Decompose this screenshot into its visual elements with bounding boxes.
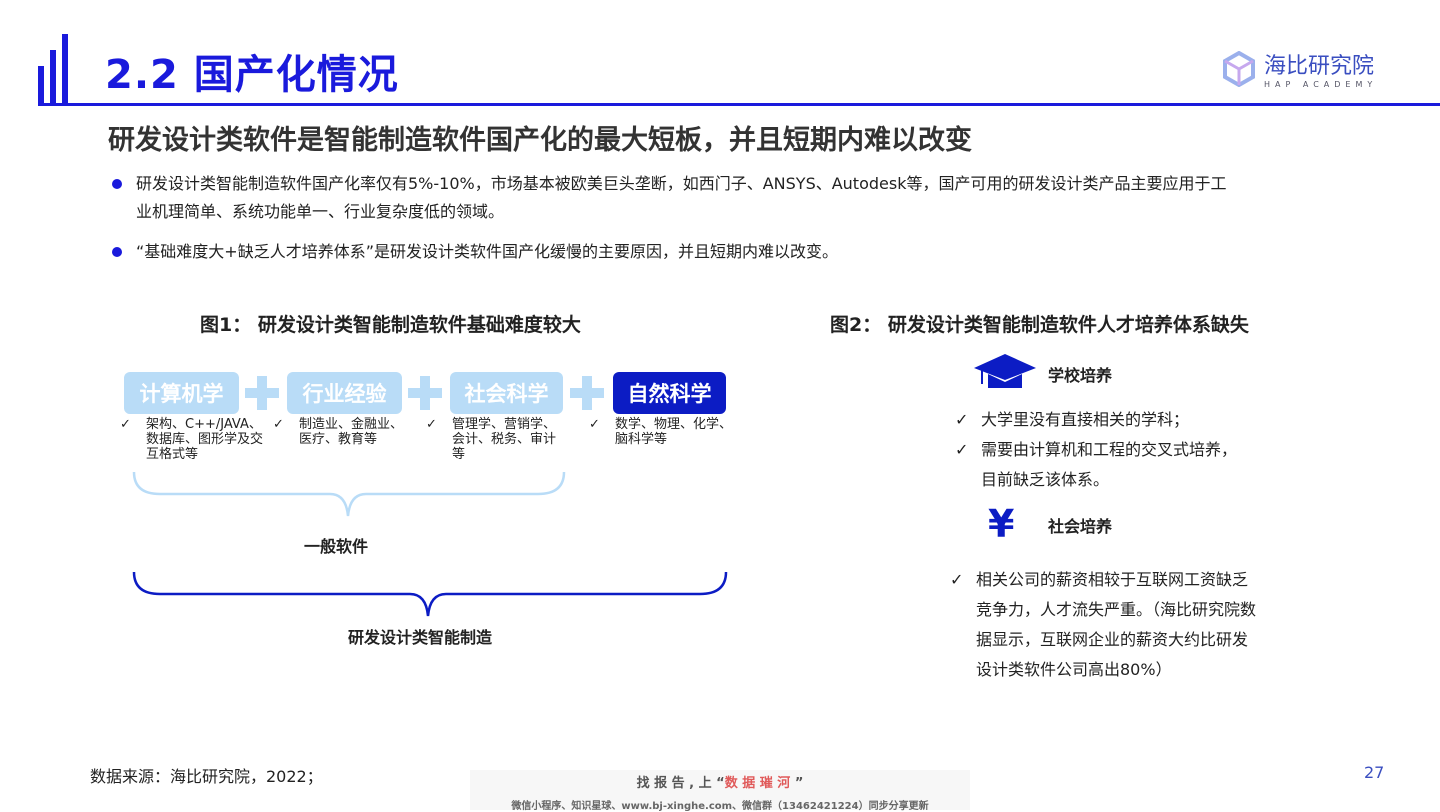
logo: 海比研究院 HAP ACADEMY	[1222, 48, 1377, 89]
society-item-1: ✓ 相关公司的薪资相较于互联网工资缺乏竞争力，人才流失严重。（海比研究院数据显示，…	[950, 565, 1260, 685]
yen-icon: ¥	[988, 502, 1015, 546]
desc-computer-science: ✓ 架构、C++/JAVA、数据库、图形学及交互格式等	[120, 417, 270, 462]
brace-rd-design	[132, 571, 728, 617]
header-bar-1	[38, 66, 44, 106]
item-text: 相关公司的薪资相较于互联网工资缺乏竞争力，人才流失严重。（海比研究院数据显示，互…	[976, 570, 1257, 679]
logo-name: 海比研究院	[1264, 54, 1375, 79]
desc-natural: ✓ 数学、物理、化学、脑科学等	[589, 417, 737, 447]
header-divider	[38, 103, 1440, 106]
check-icon: ✓	[273, 417, 284, 432]
desc-social: ✓ 管理学、营销学、会计、税务、审计等	[426, 417, 566, 462]
plus-icon	[408, 376, 442, 410]
box-natural-science: 自然科学	[613, 372, 726, 414]
wm-text: ”	[790, 776, 804, 791]
society-training-label: 社会培养	[1048, 517, 1113, 536]
school-training-label: 学校培养	[1048, 366, 1113, 385]
data-source: 数据来源：海比研究院，2022；	[90, 767, 323, 786]
check-icon: ✓	[426, 417, 437, 432]
header-bar-2	[50, 50, 56, 106]
box-social-science: 社会科学	[450, 372, 563, 414]
school-item-2: ✓ 需要由计算机和工程的交叉式培养，目前缺乏该体系。	[955, 435, 1245, 495]
bullet-1: 研发设计类智能制造软件国产化率仅有5%-10%，市场基本被欧美巨头垄断，如西门子…	[110, 170, 1230, 226]
desc-text: 制造业、金融业、医疗、教育等	[299, 417, 404, 447]
desc-industry: ✓ 制造业、金融业、医疗、教育等	[273, 417, 415, 447]
desc-text: 管理学、营销学、会计、税务、审计等	[452, 417, 557, 462]
braces	[132, 471, 728, 617]
check-icon: ✓	[589, 417, 600, 432]
bullet-2: “基础难度大+缺乏人才培养体系”是研发设计类软件国产化缓慢的主要原因，并且短期内…	[110, 238, 1230, 266]
wm-brand: 数 据 璀 河	[724, 776, 791, 791]
box-computer-science: 计算机学	[124, 372, 239, 414]
box-industry-experience: 行业经验	[287, 372, 402, 414]
desc-text: 架构、C++/JAVA、数据库、图形学及交互格式等	[146, 417, 264, 462]
label-general-software: 一般软件	[304, 537, 369, 556]
plus-icon	[245, 376, 279, 410]
item-text: 大学里没有直接相关的学科；	[981, 410, 1190, 429]
check-icon: ✓	[950, 570, 964, 589]
graduation-cap-icon	[974, 354, 1036, 388]
brace-general-software	[132, 471, 566, 517]
check-icon: ✓	[120, 417, 131, 432]
logo-sub: HAP ACADEMY	[1264, 80, 1378, 89]
fig1-title: 图1： 研发设计类智能制造软件基础难度较大	[200, 314, 581, 336]
check-icon: ✓	[955, 410, 969, 429]
page-number: 27	[1364, 763, 1385, 782]
wm-text: 找 报 告 , 上 “	[636, 776, 725, 791]
subtitle: 研发设计类软件是智能制造软件国产化的最大短板，并且短期内难以改变	[108, 125, 972, 156]
check-icon: ✓	[955, 440, 969, 459]
fig2-title: 图2： 研发设计类智能制造软件人才培养体系缺失	[830, 314, 1249, 336]
page-title: 2.2 国产化情况	[105, 52, 399, 98]
school-item-1: ✓ 大学里没有直接相关的学科；	[955, 405, 1245, 435]
watermark: 找 报 告 , 上 “数 据 璀 河 ” 微信小程序、知识星球、www.bj-x…	[470, 770, 970, 812]
header-bar-3	[62, 34, 68, 106]
desc-text: 数学、物理、化学、脑科学等	[615, 417, 733, 447]
item-text: 需要由计算机和工程的交叉式培养，目前缺乏该体系。	[981, 440, 1238, 489]
plus-icon	[570, 376, 604, 410]
logo-cube-icon	[1223, 50, 1255, 87]
label-rd-design: 研发设计类智能制造	[348, 628, 493, 647]
